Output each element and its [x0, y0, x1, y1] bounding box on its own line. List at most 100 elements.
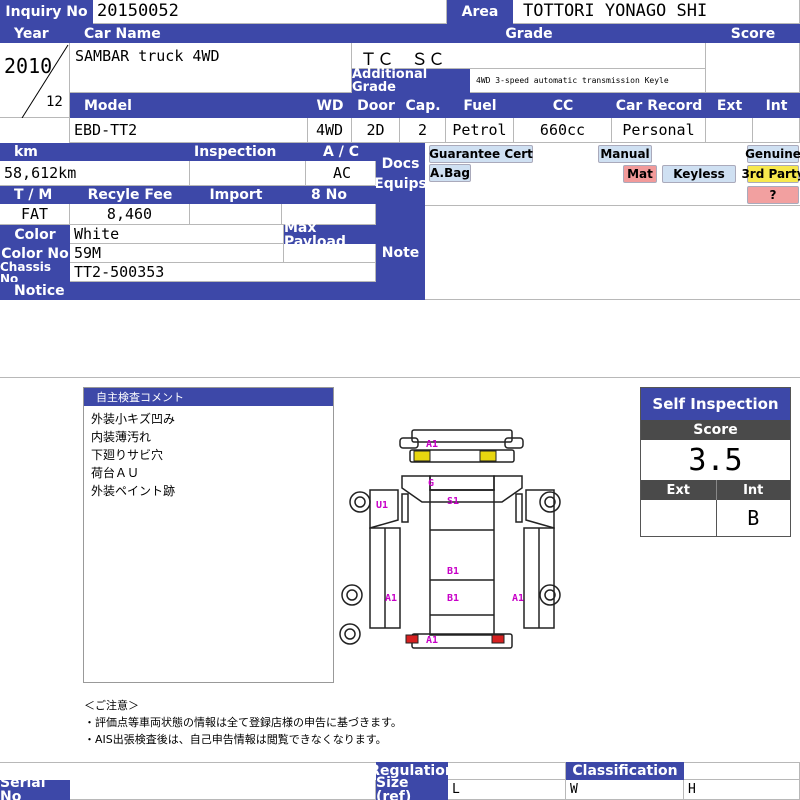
- import-label: Import: [190, 186, 282, 204]
- notice-content: [0, 300, 800, 378]
- mark-rear-a1: A1: [426, 635, 438, 646]
- classification-label: Classification: [566, 762, 684, 780]
- year-value: 2010: [4, 54, 53, 78]
- color-value: White: [70, 225, 284, 244]
- cc-value: 660cc: [514, 118, 612, 143]
- docs-equips-label: Docs Equips: [374, 143, 427, 206]
- car-record-value: Personal: [612, 118, 706, 143]
- serial-no-label: Serial No: [0, 776, 70, 800]
- self-inspection-box: Self Inspection Score 3.5 Ext Int B: [640, 387, 791, 537]
- int-value: [753, 118, 800, 143]
- inspection-label: Inspection: [190, 143, 306, 161]
- mark-bed-b1-bottom: B1: [447, 593, 459, 604]
- truck-diagram: A1 G S1 U1 B1 B1 A1 A1 A1: [339, 429, 561, 649]
- comment-title: 自主検査コメント: [84, 388, 333, 406]
- serial-no-value: [70, 780, 376, 800]
- additional-grade-label: Additional Grade: [352, 68, 470, 94]
- max-payload-value: [284, 244, 376, 263]
- self-ext-label: Ext: [641, 480, 716, 500]
- grade-label: Grade: [352, 24, 706, 43]
- car-name-value: SAMBAR truck 4WD: [70, 43, 352, 93]
- guarantee-cert-tag: Guarantee Cert: [429, 145, 533, 163]
- comment-line: 下廻りサビ穴: [91, 448, 164, 462]
- fuel-label: Fuel: [446, 93, 514, 118]
- year-box: 2010 12: [0, 43, 70, 118]
- month-value: 12: [46, 94, 63, 110]
- int-label: Int: [753, 93, 800, 118]
- wd-value: 4WD: [308, 118, 352, 143]
- caution-line: ・AIS出張検査後は、自己申告情報は閲覧できなくなります。: [84, 733, 387, 746]
- mark-bed-b1-top: B1: [447, 566, 459, 577]
- self-int-value: B: [715, 500, 791, 536]
- door-value: 2D: [352, 118, 400, 143]
- question-tag: ?: [747, 186, 799, 204]
- self-inspection-title: Self Inspection: [641, 388, 790, 420]
- score-label: Score: [706, 24, 800, 43]
- size-w: W: [566, 780, 684, 800]
- caution-notes: ＜ご注意＞ ・評価点等車両状態の情報は全て登録店様の申告に基づきます。 ・AIS…: [84, 697, 504, 748]
- mark-front-a1: A1: [426, 439, 438, 450]
- area-label: Area: [447, 0, 513, 24]
- wd-label: WD: [308, 93, 352, 118]
- grade-value: ＴＣ ＳＣ: [352, 43, 706, 70]
- comment-box: 自主検査コメント 外装小キズ凹み 内装薄汚れ 下廻りサビ穴 荷台ＡＵ 外装ペイン…: [83, 387, 334, 683]
- regulation-value: [448, 762, 566, 780]
- comment-line: 外装ペイント跡: [91, 484, 176, 498]
- mark-left-a1: A1: [385, 593, 397, 604]
- max-payload-label: Max Payload: [284, 221, 376, 249]
- keyless-tag: Keyless: [662, 165, 736, 183]
- score-value: [706, 43, 800, 93]
- cap-label: Cap.: [400, 93, 446, 118]
- self-score-label: Score: [641, 420, 790, 440]
- ext-label: Ext: [706, 93, 753, 118]
- fuel-value: Petrol: [446, 118, 514, 143]
- self-score-value: 3.5: [688, 442, 743, 478]
- color-label: Color: [0, 225, 70, 244]
- classification-value: [684, 762, 800, 780]
- km-value: 58,612km: [0, 161, 190, 186]
- inquiry-no-label: Inquiry No: [0, 0, 93, 24]
- size-ref-label: Size (ref): [376, 776, 448, 800]
- model-label: Model: [70, 93, 308, 118]
- mark-s1: S1: [447, 496, 459, 507]
- mat-tag: Mat: [623, 165, 657, 183]
- self-int-label: Int: [715, 480, 790, 500]
- tm-value: FAT: [0, 204, 70, 225]
- caution-line: ・評価点等車両状態の情報は全て登録店様の申告に基づきます。: [84, 716, 402, 729]
- ac-label: A / C: [306, 143, 376, 161]
- mark-g: G: [428, 478, 434, 489]
- self-ext-value: [641, 500, 716, 536]
- genuine-tag: Genuine: [745, 145, 800, 163]
- car-record-label: Car Record: [612, 93, 706, 118]
- cc-label: CC: [514, 93, 612, 118]
- notice-label: Notice: [0, 282, 376, 300]
- equips-area: Guarantee Cert Manual Genuine A.Bag Mat …: [425, 143, 800, 206]
- airbag-tag: A.Bag: [429, 164, 471, 182]
- year-label: Year: [0, 24, 70, 43]
- mark-u1: U1: [376, 500, 388, 511]
- caution-title: ＜ご注意＞: [84, 699, 139, 712]
- note-label: Note: [376, 206, 425, 300]
- additional-grade-value: 4WD 3-speed automatic transmission Keyle: [470, 69, 706, 93]
- door-label: Door: [352, 93, 400, 118]
- chassis-no-value: TT2-500353: [70, 263, 376, 282]
- import-value: [190, 204, 282, 225]
- car-name-label: Car Name: [70, 24, 352, 43]
- tm-label: T / M: [0, 186, 70, 204]
- recycle-fee-value: 8,460: [70, 204, 190, 225]
- color-no-value: 59M: [70, 244, 284, 263]
- size-l: L: [448, 780, 566, 800]
- ac-value: AC: [306, 161, 376, 186]
- area-value: TOTTORI YONAGO SHI: [513, 0, 800, 24]
- third-party-tag: 3rd Party: [741, 165, 800, 183]
- recycle-fee-label: Recyle Fee: [70, 186, 190, 204]
- note-value: [425, 206, 800, 300]
- year-spacer: [0, 118, 70, 143]
- comment-line: 外装小キズ凹み: [91, 412, 176, 426]
- comment-line: 内装薄汚れ: [91, 430, 152, 444]
- mark-right-a1: A1: [512, 593, 524, 604]
- comment-line: 荷台ＡＵ: [91, 466, 140, 480]
- km-label: km: [0, 143, 190, 161]
- manual-tag: Manual: [598, 145, 652, 163]
- inspection-value: [190, 161, 306, 186]
